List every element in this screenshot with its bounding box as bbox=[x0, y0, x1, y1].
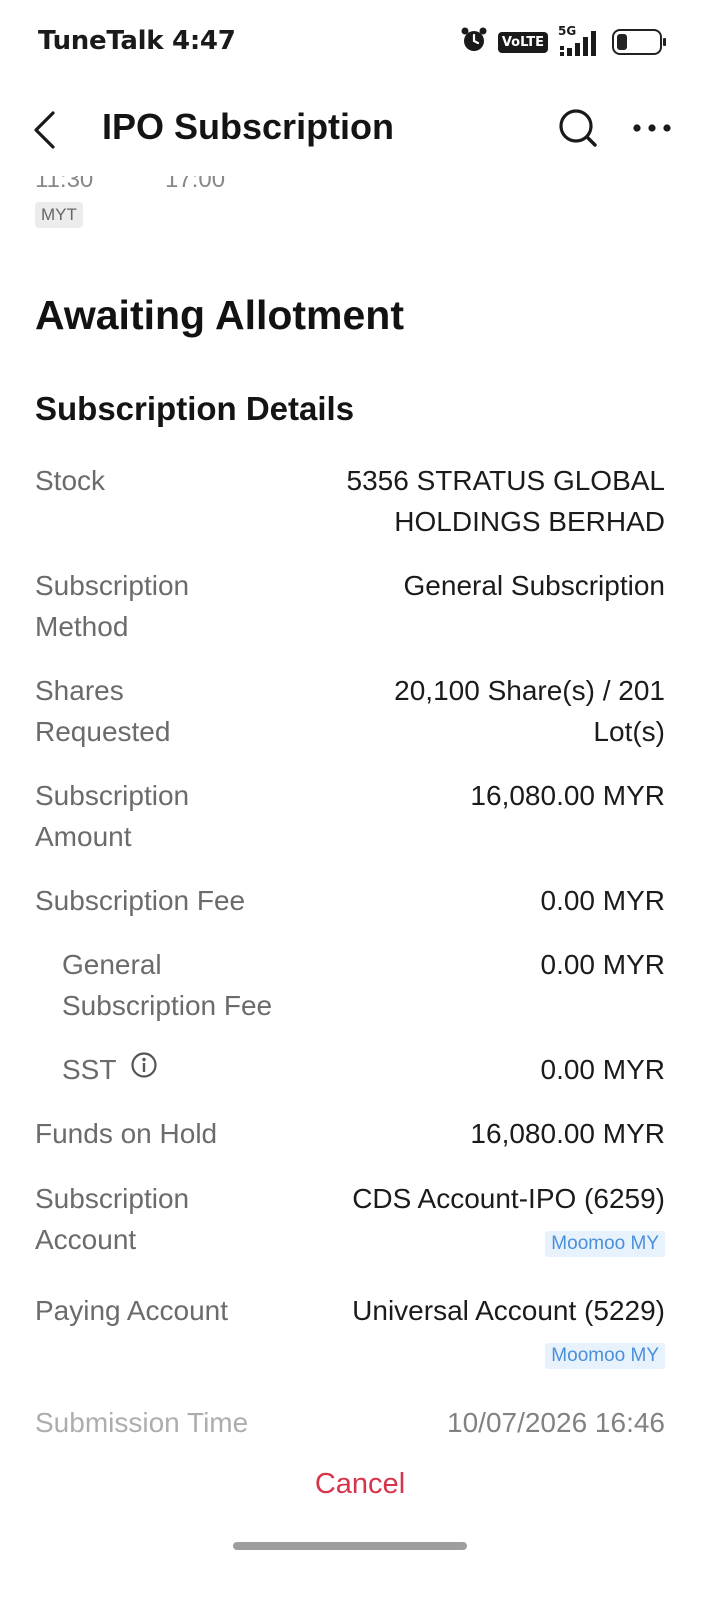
value-line: 20,100 Share(s) / 201 bbox=[394, 675, 665, 706]
detail-value: 16,080.00 MYR bbox=[470, 1118, 665, 1149]
detail-label: Subscription Method bbox=[35, 565, 189, 647]
search-button[interactable] bbox=[554, 104, 602, 152]
chevron-left-icon bbox=[34, 111, 55, 149]
detail-label: General Subscription Fee bbox=[62, 944, 272, 1026]
detail-row-submission-time: Submission Time 10/07/2026 16:46 bbox=[35, 1402, 665, 1443]
detail-value: 0.00 MYR bbox=[540, 1054, 666, 1085]
detail-row-funds-hold: Funds on Hold 16,080.00 MYR bbox=[35, 1113, 665, 1154]
detail-label: Paying Account bbox=[35, 1295, 229, 1326]
detail-row-subscription-account: Subscription Account CDS Account-IPO (62… bbox=[35, 1178, 665, 1268]
schedule-time-start: 11:30 bbox=[35, 176, 94, 193]
schedule-times: 11:30 17:00 bbox=[35, 176, 225, 194]
status-icons: VoLTE 5G bbox=[460, 24, 666, 58]
detail-label: Subscription Amount bbox=[35, 775, 189, 857]
clock: 4:47 bbox=[172, 26, 236, 56]
value-line: Lot(s) bbox=[593, 716, 665, 747]
detail-row-sst: SST 0.00 MYR bbox=[35, 1049, 665, 1090]
detail-row-fee: Subscription Fee 0.00 MYR bbox=[35, 880, 665, 921]
detail-value: CDS Account-IPO (6259) Moomoo MY bbox=[352, 1178, 665, 1260]
signal-icon: 5G bbox=[558, 24, 602, 56]
detail-label: Shares Requested bbox=[35, 670, 170, 752]
broker-badge: Moomoo MY bbox=[545, 1231, 665, 1257]
carrier-name: TuneTalk bbox=[38, 26, 164, 56]
carrier-time: TuneTalk 4:47 bbox=[38, 26, 236, 56]
account-name: Universal Account (5229) bbox=[352, 1295, 665, 1326]
detail-value: 10/07/2026 16:46 bbox=[447, 1407, 665, 1438]
label-line: Method bbox=[35, 611, 129, 642]
detail-label: Subscription Fee bbox=[35, 885, 246, 916]
battery-icon bbox=[612, 29, 666, 55]
detail-value: 16,080.00 MYR bbox=[470, 780, 665, 811]
label-line: Account bbox=[35, 1224, 137, 1255]
page-title: IPO Subscription bbox=[102, 106, 395, 147]
detail-row-stock: Stock 5356 STRATUS GLOBAL HOLDINGS BERHA… bbox=[35, 460, 665, 542]
status-bar: TuneTalk 4:47 VoLTE 5G bbox=[0, 0, 720, 84]
detail-label: Subscription Account bbox=[35, 1178, 189, 1260]
label-line: Subscription Fee bbox=[62, 990, 273, 1021]
detail-value: 5356 STRATUS GLOBAL HOLDINGS BERHAD bbox=[347, 460, 666, 542]
detail-label: SST bbox=[62, 1049, 158, 1090]
more-horizontal-icon bbox=[633, 124, 671, 132]
cancel-subscription-button[interactable]: Cancel bbox=[0, 1468, 720, 1501]
section-title: Subscription Details bbox=[35, 390, 355, 427]
label-line: General bbox=[62, 949, 162, 980]
label-line: Subscription bbox=[35, 570, 190, 601]
alarm-icon bbox=[460, 26, 488, 58]
detail-row-general-fee: General Subscription Fee 0.00 MYR bbox=[35, 944, 665, 1026]
detail-row-method: Subscription Method General Subscription bbox=[35, 565, 665, 647]
label-line: Amount bbox=[35, 821, 132, 852]
detail-label: Stock bbox=[35, 465, 106, 496]
content-scroll-area[interactable]: 11:30 17:00 MYT Awaiting Allotment Subsc… bbox=[0, 176, 720, 1456]
label-line: Subscription bbox=[35, 780, 190, 811]
schedule-time-end: 17:00 bbox=[165, 176, 226, 193]
label-text: SST bbox=[62, 1054, 116, 1085]
home-indicator[interactable] bbox=[233, 1542, 467, 1550]
detail-value: General Subscription bbox=[403, 570, 665, 601]
detail-value: 0.00 MYR bbox=[540, 885, 666, 916]
broker-badge: Moomoo MY bbox=[545, 1343, 665, 1369]
label-line: Subscription bbox=[35, 1183, 190, 1214]
detail-row-amount: Subscription Amount 16,080.00 MYR bbox=[35, 775, 665, 857]
label-line: Shares bbox=[35, 675, 124, 706]
bottom-action-bar: Cancel bbox=[0, 1456, 720, 1610]
timezone-badge: MYT bbox=[35, 202, 83, 228]
search-icon bbox=[559, 109, 597, 147]
detail-row-paying-account: Paying Account Universal Account (5229) … bbox=[35, 1290, 665, 1380]
subscription-status: Awaiting Allotment bbox=[35, 292, 404, 338]
back-button[interactable] bbox=[20, 106, 68, 154]
detail-label: Funds on Hold bbox=[35, 1118, 218, 1149]
nav-bar: IPO Subscription bbox=[0, 84, 720, 176]
detail-value: 0.00 MYR bbox=[540, 949, 666, 980]
account-name: CDS Account-IPO (6259) bbox=[352, 1183, 665, 1214]
label-line: Requested bbox=[35, 716, 171, 747]
detail-row-shares: Shares Requested 20,100 Share(s) / 201 L… bbox=[35, 670, 665, 752]
stock-name-line2: HOLDINGS BERHAD bbox=[394, 506, 665, 537]
volte-icon: VoLTE bbox=[497, 31, 548, 53]
detail-value: Universal Account (5229) Moomoo MY bbox=[352, 1290, 665, 1372]
more-options-button[interactable] bbox=[628, 104, 676, 152]
detail-value: 20,100 Share(s) / 201 Lot(s) bbox=[394, 670, 665, 752]
detail-label: Submission Time bbox=[35, 1407, 249, 1438]
stock-name-line1: 5356 STRATUS GLOBAL bbox=[346, 465, 666, 496]
info-icon[interactable] bbox=[130, 1049, 158, 1090]
